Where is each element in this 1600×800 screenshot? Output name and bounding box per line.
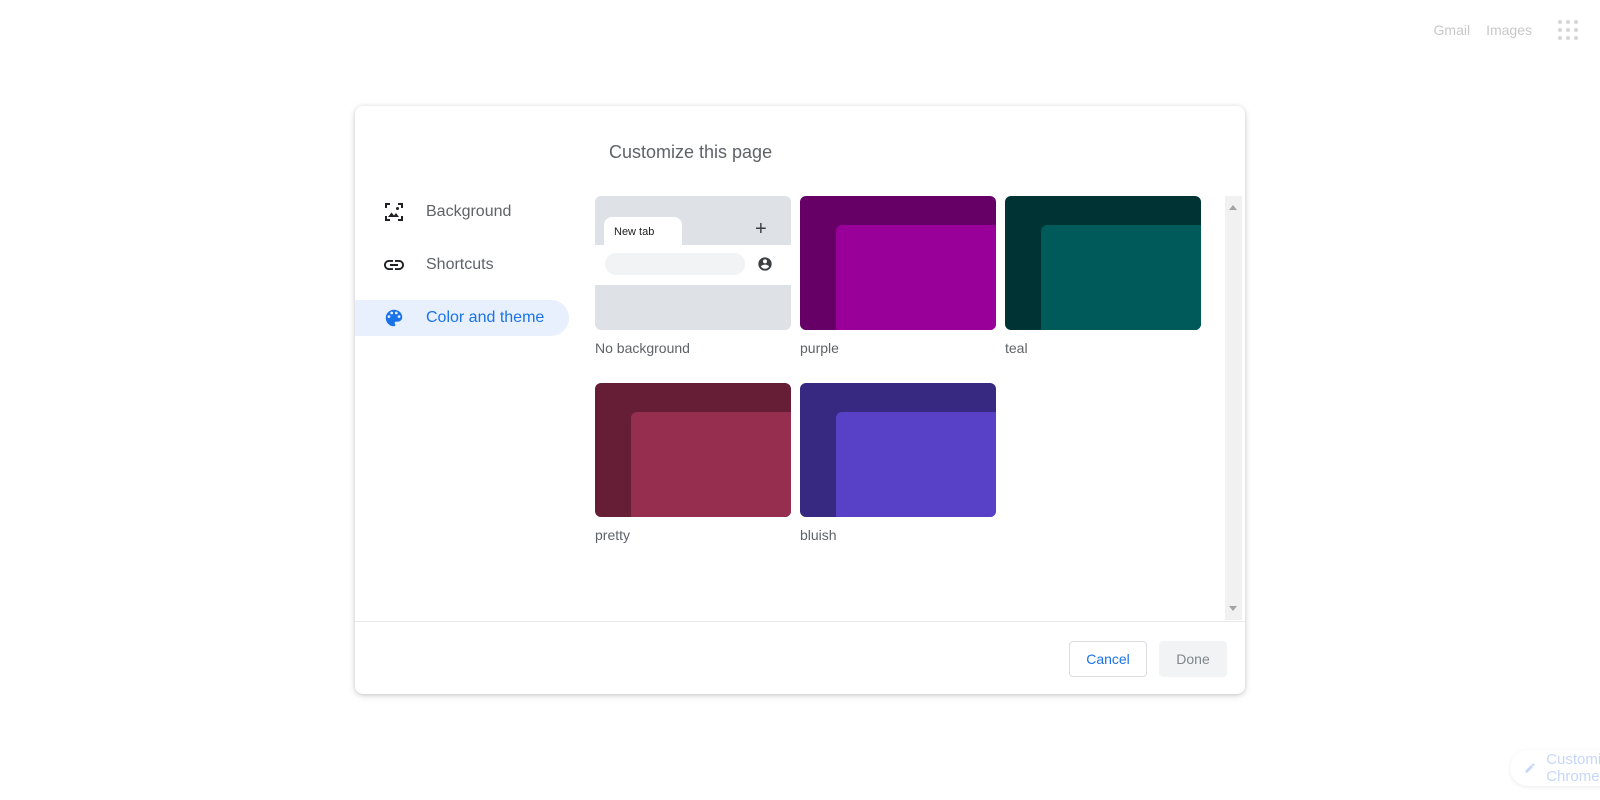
gmail-link[interactable]: Gmail [1434, 22, 1471, 38]
theme-label: pretty [595, 527, 631, 543]
theme-swatch[interactable] [1005, 196, 1201, 330]
theme-swatch[interactable] [800, 196, 996, 330]
theme-tile-purple[interactable]: purple [800, 196, 996, 356]
cancel-button[interactable]: Cancel [1069, 641, 1147, 677]
sidebar-item-label: Color and theme [426, 309, 545, 326]
image-frame-icon [382, 200, 406, 224]
sidebar-item-label: Shortcuts [426, 256, 494, 273]
dialog-footer: Cancel Done [355, 621, 1245, 694]
customize-chrome-label: Customize Chrome [1546, 751, 1600, 785]
scroll-up-arrow-icon[interactable] [1229, 205, 1237, 210]
sidebar-item-color-and-theme[interactable]: Color and theme [355, 300, 569, 336]
theme-swatch[interactable] [595, 383, 791, 517]
preview-omnibox [605, 253, 745, 275]
scrollbar[interactable] [1225, 196, 1242, 620]
sidebar: Background Shortcuts Color and theme [355, 194, 569, 353]
scroll-down-arrow-icon[interactable] [1229, 606, 1237, 611]
customize-dialog: Customize this page Background Shortcuts… [355, 106, 1245, 694]
plus-icon: + [755, 218, 767, 240]
account-icon [758, 257, 772, 271]
theme-swatch-inner [631, 412, 791, 517]
preview-tab: New tab [604, 217, 682, 245]
theme-content: New tab + No background purple teal pret… [595, 196, 1223, 620]
link-icon [382, 253, 406, 277]
top-links: Gmail Images [1434, 20, 1578, 40]
theme-tile-no-background[interactable]: New tab + No background [595, 196, 791, 356]
theme-label: teal [1005, 340, 1028, 356]
images-link[interactable]: Images [1486, 22, 1532, 38]
theme-swatch-inner [836, 412, 996, 517]
dialog-title: Customize this page [609, 142, 773, 162]
customize-chrome-button[interactable]: Customize Chrome [1510, 750, 1600, 786]
sidebar-item-background[interactable]: Background [355, 194, 569, 230]
theme-tile-teal[interactable]: teal [1005, 196, 1201, 356]
theme-tile-bluish[interactable]: bluish [800, 383, 996, 543]
theme-swatch-inner [1041, 225, 1201, 330]
sidebar-item-shortcuts[interactable]: Shortcuts [355, 247, 569, 283]
theme-label: purple [800, 340, 839, 356]
theme-label: bluish [800, 527, 837, 543]
theme-tile-pretty[interactable]: pretty [595, 383, 791, 543]
done-button[interactable]: Done [1159, 641, 1227, 677]
apps-grid-icon[interactable] [1558, 20, 1578, 40]
theme-swatch-inner [836, 225, 996, 330]
no-background-preview[interactable]: New tab + [595, 196, 791, 330]
pencil-icon [1525, 763, 1535, 773]
palette-icon [382, 306, 406, 330]
theme-label: No background [595, 340, 690, 356]
sidebar-item-label: Background [426, 203, 512, 220]
theme-swatch[interactable] [800, 383, 996, 517]
